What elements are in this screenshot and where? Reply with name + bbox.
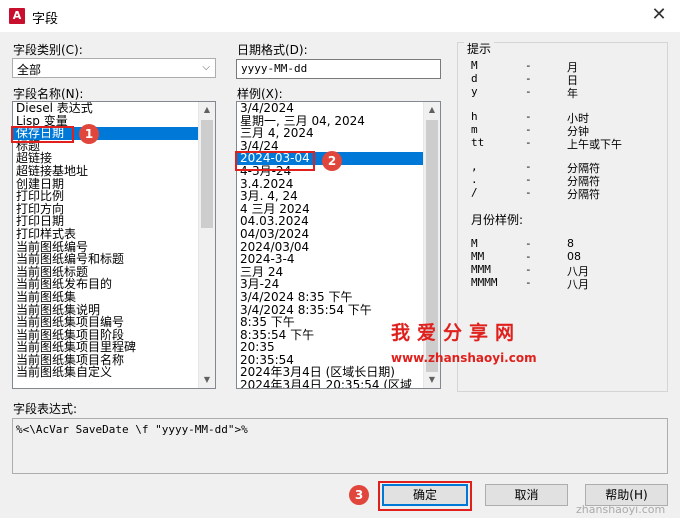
annotation-box-3 xyxy=(378,481,472,511)
list-item[interactable]: 当前图纸编号和标题 xyxy=(13,253,199,266)
hint-dash: - xyxy=(525,276,532,289)
hint-code: h xyxy=(471,110,478,123)
watermark-url: www.zhanshaoyi.com xyxy=(391,351,537,365)
list-item[interactable]: 当前图纸集项目编号 xyxy=(13,316,199,329)
hint-dash: - xyxy=(525,263,532,276)
cancel-button[interactable]: 取消 xyxy=(485,484,568,506)
autocad-app-icon: A xyxy=(9,8,25,24)
hint-desc: 上午或下午 xyxy=(567,138,622,151)
list-item[interactable]: 三月 4, 2024 xyxy=(237,127,424,140)
hint-desc: 08 xyxy=(567,250,581,263)
list-item[interactable]: 当前图纸集自定义 xyxy=(13,366,199,379)
list-item[interactable]: 2024年3月4日 20:35:54 (区域 xyxy=(237,379,424,388)
hint-dash: - xyxy=(525,237,532,250)
date-format-label: 日期格式(D): xyxy=(237,43,308,57)
examples-label: 样例(X): xyxy=(237,87,283,101)
hint-code: , xyxy=(471,160,478,173)
hint-dash: - xyxy=(525,186,532,199)
hint-code: / xyxy=(471,186,478,199)
field-names-list[interactable]: Diesel 表达式 Lisp 变量 保存日期 标题 超链接 超链接基地址 创建日期 打印比例… xyxy=(12,101,216,389)
hint-code: d xyxy=(471,72,478,85)
close-icon[interactable]: ✕ xyxy=(648,5,670,27)
chevron-down-icon: ⌵ xyxy=(202,62,210,73)
list-item[interactable]: 当前图纸集项目里程碑 xyxy=(13,341,199,354)
scroll-up-icon[interactable]: ▲ xyxy=(424,102,440,118)
examples-items: 3/4/2024 星期一, 三月 04, 2024 三月 4, 2024 3/4/24… xyxy=(237,102,424,388)
hint-dash: - xyxy=(525,123,532,136)
hint-dash: - xyxy=(525,110,532,123)
list-item[interactable]: 超链接基地址 xyxy=(13,165,199,178)
field-category-label: 字段类别(C): xyxy=(13,43,83,57)
hint-dash: - xyxy=(525,250,532,263)
month-samples-title: 月份样例: xyxy=(471,213,524,227)
hint-code: m xyxy=(471,123,478,136)
hint-code: M xyxy=(471,59,478,72)
list-item[interactable]: 当前图纸集 xyxy=(13,291,199,304)
hint-dash: - xyxy=(525,85,532,98)
annotation-marker-1: 1 xyxy=(79,124,99,144)
field-names-items: Diesel 表达式 Lisp 变量 保存日期 标题 超链接 超链接基地址 创建日期 打印比例… xyxy=(13,102,199,379)
annotation-marker-2: 2 xyxy=(322,151,342,171)
hint-dash: - xyxy=(525,59,532,72)
hint-code: MMMM xyxy=(471,276,498,289)
scroll-up-icon[interactable]: ▲ xyxy=(199,102,215,118)
hint-code: tt xyxy=(471,136,485,149)
list-item[interactable]: Diesel 表达式 xyxy=(13,102,199,115)
field-names-scrollbar[interactable]: ▲ ▼ xyxy=(198,102,215,388)
field-category-value: 全部 xyxy=(17,63,42,77)
hints-title: 提示 xyxy=(464,40,495,57)
list-item[interactable]: 04/03/2024 xyxy=(237,228,424,241)
title-bar: A 字段 ✕ xyxy=(0,0,680,32)
hint-dash: - xyxy=(525,136,532,149)
hint-desc: 分隔符 xyxy=(567,188,600,201)
date-format-input[interactable]: yyyy-MM-dd xyxy=(236,59,441,79)
watermark-title: 我爱分享网 xyxy=(391,322,522,344)
annotation-box-2 xyxy=(235,151,315,171)
hint-desc: 八月 xyxy=(567,278,589,291)
examples-list[interactable]: 3/4/2024 星期一, 三月 04, 2024 三月 4, 2024 3/4/24… xyxy=(236,101,441,389)
annotation-marker-3: 3 xyxy=(349,485,369,505)
hint-dash: - xyxy=(525,173,532,186)
watermark-corner: zhanshaoyi.com xyxy=(576,503,666,516)
hint-code: . xyxy=(471,173,478,186)
scroll-down-icon[interactable]: ▼ xyxy=(424,372,440,388)
hint-code: MM xyxy=(471,250,485,263)
list-item[interactable]: 打印样式表 xyxy=(13,228,199,241)
expression-label: 字段表达式: xyxy=(13,402,78,416)
field-names-label: 字段名称(N): xyxy=(13,87,84,101)
hint-desc: 年 xyxy=(567,87,578,100)
hint-dash: - xyxy=(525,72,532,85)
list-item[interactable]: 3/4/2024 8:35 下午 xyxy=(237,291,424,304)
list-item[interactable]: 3/4/2024 xyxy=(237,102,424,115)
list-item[interactable]: 2024-3-4 xyxy=(237,253,424,266)
scroll-thumb[interactable] xyxy=(201,120,213,228)
hint-code: M xyxy=(471,237,478,250)
hint-dash: - xyxy=(525,160,532,173)
expression-field[interactable]: %<\AcVar SaveDate \f "yyyy-MM-dd">% xyxy=(12,418,668,474)
annotation-box-1 xyxy=(11,126,74,143)
hint-code: MMM xyxy=(471,263,491,276)
field-category-dropdown[interactable]: 全部 ⌵ xyxy=(12,58,216,78)
list-item[interactable]: 打印比例 xyxy=(13,190,199,203)
hint-code: y xyxy=(471,85,478,98)
window-title: 字段 xyxy=(32,12,59,27)
hint-desc: 8 xyxy=(567,237,574,250)
scroll-down-icon[interactable]: ▼ xyxy=(199,372,215,388)
examples-scrollbar[interactable]: ▲ ▼ xyxy=(423,102,440,388)
list-item[interactable]: 3月. 4, 24 xyxy=(237,190,424,203)
